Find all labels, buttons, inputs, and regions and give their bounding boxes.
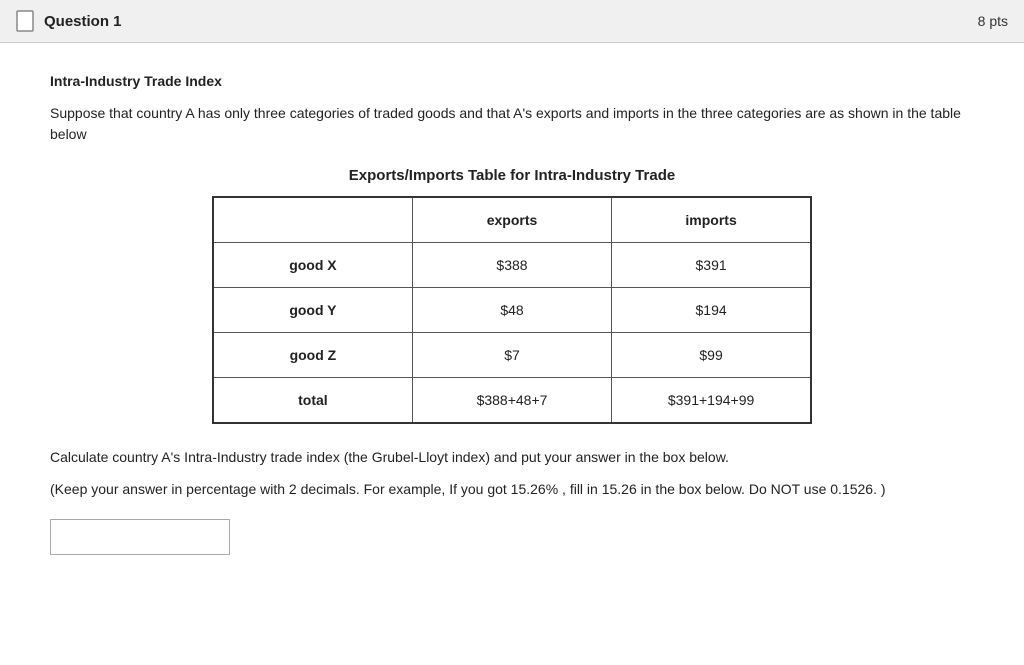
row-label-goodx: good X xyxy=(213,243,412,288)
answer-input[interactable] xyxy=(50,519,230,555)
cell-goody-imports: $194 xyxy=(612,288,811,333)
bookmark-icon xyxy=(16,10,34,32)
section-title: Intra-Industry Trade Index xyxy=(50,73,974,89)
question-header-left: Question 1 xyxy=(16,10,122,32)
table-row: good X $388 $391 xyxy=(213,243,811,288)
row-label-goodz: good Z xyxy=(213,333,412,378)
table-row: total $388+48+7 $391+194+99 xyxy=(213,378,811,424)
table-row: good Y $48 $194 xyxy=(213,288,811,333)
table-header-row: exports imports xyxy=(213,197,811,243)
cell-goodx-exports: $388 xyxy=(412,243,611,288)
cell-goodx-imports: $391 xyxy=(612,243,811,288)
table-row: good Z $7 $99 xyxy=(213,333,811,378)
cell-total-exports: $388+48+7 xyxy=(412,378,611,424)
cell-goody-exports: $48 xyxy=(412,288,611,333)
instruction-text-2: (Keep your answer in percentage with 2 d… xyxy=(50,478,974,500)
row-label-goody: good Y xyxy=(213,288,412,333)
instruction-text-1: Calculate country A's Intra-Industry tra… xyxy=(50,446,974,468)
trade-table: exports imports good X $388 $391 good Y … xyxy=(212,196,812,424)
cell-goodz-exports: $7 xyxy=(412,333,611,378)
col-header-empty xyxy=(213,197,412,243)
page-container: Question 1 8 pts Intra-Industry Trade In… xyxy=(0,0,1024,665)
question-title: Question 1 xyxy=(44,13,122,30)
table-title: Exports/Imports Table for Intra-Industry… xyxy=(50,167,974,184)
cell-total-imports: $391+194+99 xyxy=(612,378,811,424)
points-label: 8 pts xyxy=(978,13,1008,29)
trade-table-wrapper: exports imports good X $388 $391 good Y … xyxy=(50,196,974,424)
row-label-total: total xyxy=(213,378,412,424)
question-header: Question 1 8 pts xyxy=(0,0,1024,43)
col-header-imports: imports xyxy=(612,197,811,243)
description: Suppose that country A has only three ca… xyxy=(50,103,974,145)
cell-goodz-imports: $99 xyxy=(612,333,811,378)
question-body: Intra-Industry Trade Index Suppose that … xyxy=(0,43,1024,665)
col-header-exports: exports xyxy=(412,197,611,243)
